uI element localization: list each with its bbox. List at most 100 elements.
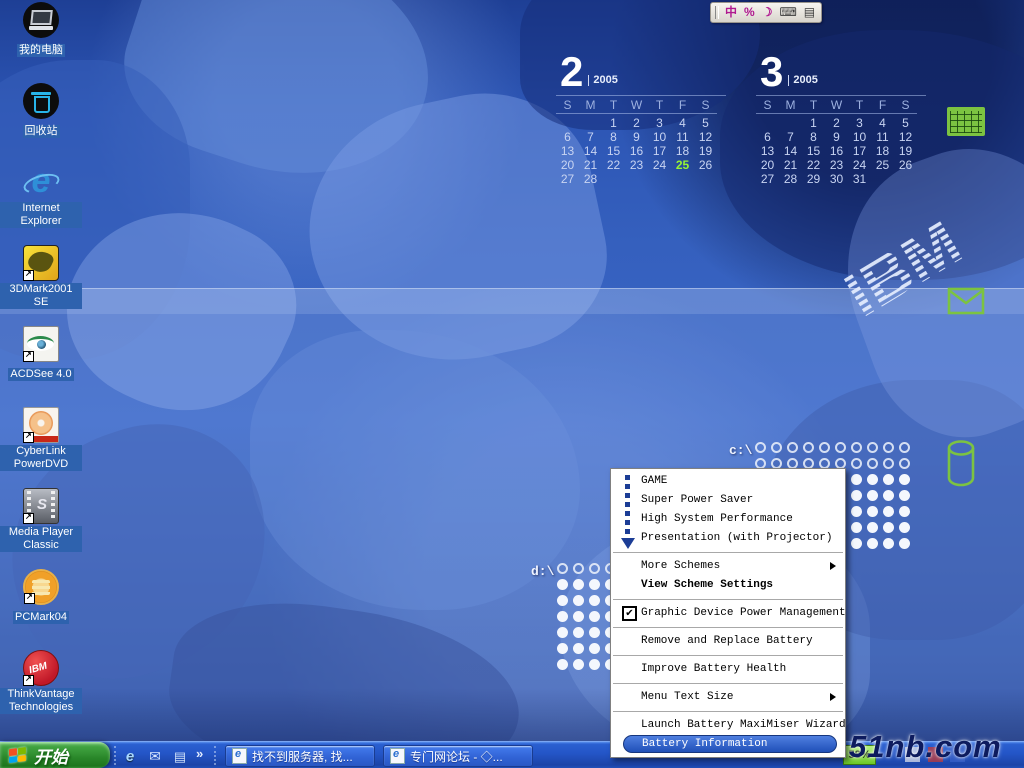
usage-dot (557, 595, 568, 606)
calendar-grid: SMTWTFS123456789101112131415161718192021… (756, 95, 926, 186)
menu-item-view-scheme-settings[interactable]: View Scheme Settings (611, 576, 845, 595)
calendar-day: 7 (779, 130, 802, 144)
ime-menu-icon[interactable] (804, 3, 815, 22)
calendar-day: 1 (602, 116, 625, 130)
calendar-day: 6 (556, 130, 579, 144)
disk-usage-c: c:\ (729, 441, 752, 459)
usage-dot (867, 474, 878, 485)
calendar-day-header: W (825, 97, 848, 114)
calendar-day (556, 116, 579, 130)
halfwidth-icon[interactable] (744, 3, 755, 22)
calendar-day-header: T (848, 97, 871, 114)
acdsee-icon (23, 326, 59, 362)
calendar-day: 8 (602, 130, 625, 144)
calendar-day-header: S (894, 97, 917, 114)
shortcut-arrow-icon (23, 675, 34, 686)
menu-item-label: Menu Text Size (641, 691, 733, 703)
calendar-day (579, 116, 602, 130)
calendar-day: 4 (871, 116, 894, 130)
desktop-icon-acdsee[interactable]: ACDSee 4.0 (0, 326, 82, 407)
desktop-icon-powerdvd[interactable]: CyberLink PowerDVD (0, 407, 82, 488)
desktop-icon-recycle-bin[interactable]: 回收站 (0, 83, 82, 164)
desktop-icon-thinkvantage[interactable]: ThinkVantage Technologies (0, 650, 82, 731)
calendar-day: 19 (694, 144, 717, 158)
menu-item-game[interactable]: GAME (611, 472, 845, 491)
menu-item-label: Presentation (with Projector) (641, 532, 832, 544)
desktop-icon-label-text: ACDSee 4.0 (8, 368, 73, 381)
menu-item-list: GAMESuper Power SaverHigh System Perform… (611, 472, 845, 753)
taskbar-window-button[interactable]: 找不到服务器, 找... (225, 745, 375, 767)
calendar-february: 2 2005 SMTWTFS12345678910111213141516171… (556, 50, 726, 186)
calendar-day: 27 (756, 172, 779, 186)
usage-dot (573, 579, 584, 590)
menu-item-launch-battery-maximiser-wizard[interactable]: Launch Battery MaxiMiser Wizard (611, 716, 845, 735)
calendar-day: 31 (848, 172, 871, 186)
calendar-day (871, 172, 894, 186)
calendar-day: 17 (848, 144, 871, 158)
usage-dot (899, 522, 910, 533)
usage-dot (851, 490, 862, 501)
usage-dot (573, 595, 584, 606)
usage-dot (883, 490, 894, 501)
show-desktop-icon[interactable] (172, 748, 188, 764)
calendar-day: 22 (802, 158, 825, 172)
menu-item-super-power-saver[interactable]: Super Power Saver (611, 491, 845, 510)
calendar-day: 10 (648, 130, 671, 144)
submenu-arrow-icon (830, 562, 836, 570)
calendar-day: 27 (556, 172, 579, 186)
calendar-day: 19 (894, 144, 917, 158)
calendar-day: 26 (694, 158, 717, 172)
soft-keyboard-icon[interactable] (779, 3, 796, 22)
shortcut-arrow-icon (23, 513, 34, 524)
outlook-express-icon[interactable] (147, 748, 163, 764)
calendar-day: 25 (871, 158, 894, 172)
desktop-icon-column: 我的电脑回收站Internet Explorer 3DMark2001 SE ACD… (0, 2, 82, 731)
3dmark2001-icon (23, 245, 59, 281)
recycle-bin-icon (23, 83, 59, 119)
menu-item-battery-information[interactable]: Battery Information (623, 735, 837, 753)
checkbox-icon: ✔ (622, 606, 637, 621)
calendar-day: 15 (802, 144, 825, 158)
calendar-header: 3 2005 (756, 50, 926, 90)
ime-drag-handle[interactable] (715, 6, 719, 19)
usage-dot (573, 659, 584, 670)
menu-item-menu-text-size[interactable]: Menu Text Size (611, 688, 845, 707)
desktop-icon-3dmark2001[interactable]: 3DMark2001 SE (0, 245, 82, 326)
punctuation-icon[interactable] (762, 3, 773, 22)
calendar-day: 21 (579, 158, 602, 172)
disk-label: c:\ (729, 443, 752, 458)
menu-item-remove-and-replace-battery[interactable]: Remove and Replace Battery (611, 632, 845, 651)
start-button[interactable]: 开始 (0, 742, 110, 768)
menu-item-improve-battery-health[interactable]: Improve Battery Health (611, 660, 845, 679)
desktop-icon-label: 3DMark2001 SE (0, 283, 82, 310)
usage-dot (589, 563, 600, 574)
desktop-icon-pcmark04[interactable]: PCMark04 (0, 569, 82, 650)
calendar-grid: SMTWTFS123456789101112131415161718192021… (556, 95, 726, 186)
usage-dot (899, 490, 910, 501)
usage-dot (557, 627, 568, 638)
disk-label: d:\ (531, 564, 554, 579)
desktop-icon-mpc[interactable]: Media Player Classic (0, 488, 82, 569)
chinese-mode-icon[interactable] (725, 3, 737, 22)
menu-item-more-schemes[interactable]: More Schemes (611, 557, 845, 576)
quick-launch-overflow-chevron[interactable]: » (196, 746, 203, 761)
usage-dot (883, 522, 894, 533)
desktop-icon-my-computer[interactable]: 我的电脑 (0, 2, 82, 83)
ime-language-bar[interactable] (710, 2, 822, 23)
start-button-label: 开始 (34, 743, 68, 768)
desktop-icon-internet-explorer[interactable]: Internet Explorer (0, 164, 82, 245)
forum-watermark: 51nb.com (849, 729, 1002, 765)
calendar-day: 18 (871, 144, 894, 158)
calendar-day: 24 (648, 158, 671, 172)
calendar-day: 23 (825, 158, 848, 172)
usage-dot (557, 659, 568, 670)
envelope-icon (946, 286, 986, 316)
menu-item-high-system-performance[interactable]: High System Performance (611, 510, 845, 529)
taskbar-window-button[interactable]: 专门网论坛 - ◇... (383, 745, 533, 767)
calendar-day: 15 (602, 144, 625, 158)
menu-item-presentation-with-projector[interactable]: Presentation (with Projector) (611, 529, 845, 548)
calendar-day: 2 (825, 116, 848, 130)
internet-explorer-icon[interactable] (122, 748, 138, 764)
menu-item-graphic-device-power-management[interactable]: ✔Graphic Device Power Management (611, 604, 845, 623)
usage-dot (771, 442, 782, 453)
